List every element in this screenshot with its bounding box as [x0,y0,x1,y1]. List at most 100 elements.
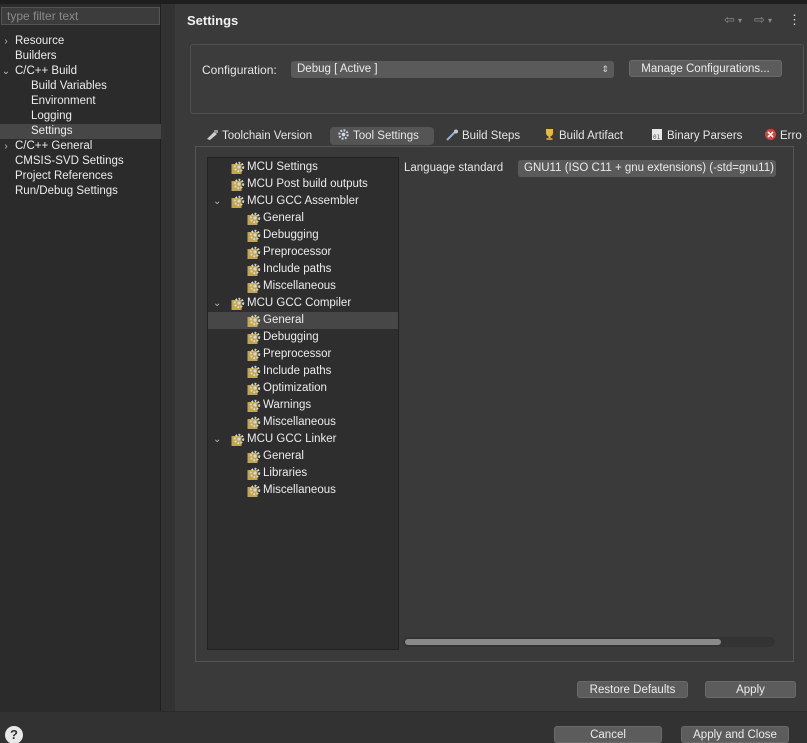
svg-text:01: 01 [653,134,661,141]
tool-settings-icon [247,348,261,362]
sidebar-item-label: Build Variables [31,80,107,92]
tree-item-label: Include paths [263,365,332,377]
filter-input[interactable]: type filter text [1,7,160,25]
language-standard-label: Language standard [404,162,504,174]
tool-settings-icon [247,280,261,294]
restore-defaults-button[interactable]: Restore Defaults [577,681,688,698]
tree-item-label: MCU Post build outputs [247,178,368,190]
tree-item[interactable]: General [208,448,398,465]
tree-item-label: Debugging [263,331,319,343]
sidebar-item[interactable]: Project References [0,169,161,184]
language-standard-select[interactable]: GNU11 (ISO C11 + gnu extensions) (-std=g… [518,160,776,177]
tool-settings-icon [247,365,261,379]
tree-item[interactable]: Include paths [208,261,398,278]
tree-item-label: MCU Settings [247,161,318,173]
tree-item-label: Miscellaneous [263,280,336,292]
tool-settings-icon [247,484,261,498]
tree-item-label: Libraries [263,467,308,479]
tree-item[interactable]: Miscellaneous [208,414,398,431]
configuration-select[interactable]: Debug [ Active ] ⇕ [291,61,614,78]
build-steps-icon [446,129,459,141]
tree-item[interactable]: Optimization [208,380,398,397]
tree-item-label: Include paths [263,263,332,275]
tab-build-steps[interactable]: Build Steps [446,127,520,145]
tool-settings-icon [247,263,261,277]
tree-item-label: MCU GCC Linker [247,433,337,445]
configuration-panel [190,44,804,114]
apply-and-close-button[interactable]: Apply and Close [681,726,789,743]
scrollbar-thumb[interactable] [405,639,721,645]
sidebar-item[interactable]: CMSIS-SVD Settings [0,154,161,169]
tree-item[interactable]: Debugging [208,227,398,244]
select-arrows-icon: ⇕ [601,64,609,74]
chevron-down-icon[interactable]: ⌄ [213,431,221,448]
tab-toolchain-version[interactable]: Toolchain Version [206,127,312,145]
tool-settings-icon [247,212,261,226]
tree-item[interactable]: Warnings [208,397,398,414]
tree-item[interactable]: ⌄ MCU GCC Compiler [208,295,398,312]
tab-tool-settings[interactable]: Tool Settings [330,127,434,145]
chevron-right-icon[interactable]: › [1,139,11,154]
sidebar-item[interactable]: Logging [0,109,161,124]
sidebar-item-label: CMSIS-SVD Settings [15,155,124,167]
sidebar-item[interactable]: Builders [0,49,161,64]
sidebar-item[interactable]: › C/C++ General [0,139,161,154]
back-menu-chevron-icon[interactable]: ▾ [738,16,742,25]
forward-menu-chevron-icon[interactable]: ▾ [768,16,772,25]
tree-item[interactable]: Preprocessor [208,244,398,261]
tab-binary-parsers[interactable]: 01 Binary Parsers [651,127,742,145]
tree-item-label: General [263,212,304,224]
tree-item[interactable]: Miscellaneous [208,278,398,295]
sidebar-item[interactable]: Build Variables [0,79,161,94]
page-title: Settings [187,13,239,28]
history-nav: ⇦ ▾ ⇨ ▾ ⋮ [722,12,807,30]
tab-build-artifact[interactable]: Build Artifact [543,127,623,145]
tree-item[interactable]: General [208,312,398,329]
tool-settings-tree[interactable]: MCU Settings MCU Post build outputs ⌄ MCU G… [207,157,399,650]
configuration-value: Debug [ Active ] [297,63,378,75]
chevron-down-icon[interactable]: ⌄ [213,295,221,312]
sidebar-item[interactable]: Settings [0,124,161,139]
tool-settings-icon [247,246,261,260]
tree-item[interactable]: Include paths [208,363,398,380]
sidebar-item-label: Builders [15,50,57,62]
sidebar-item-label: Settings [31,125,73,137]
tree-item[interactable]: MCU Settings [208,159,398,176]
tree-item-label: Preprocessor [263,348,332,360]
manage-configurations-button[interactable]: Manage Configurations... [629,60,782,77]
tree-item-label: Miscellaneous [263,416,336,428]
sidebar-item-label: C/C++ Build [15,65,78,77]
forward-icon[interactable]: ⇨ [754,12,765,28]
apply-button[interactable]: Apply [705,681,796,698]
help-icon[interactable]: ? [5,726,23,743]
chevron-down-icon[interactable]: ⌄ [213,193,221,210]
tree-item[interactable]: Miscellaneous [208,482,398,499]
tree-item[interactable]: Libraries [208,465,398,482]
cancel-button[interactable]: Cancel [554,726,662,743]
tree-item[interactable]: ⌄ MCU GCC Assembler [208,193,398,210]
chevron-down-icon[interactable]: ⌄ [1,64,11,79]
tree-item[interactable]: Debugging [208,329,398,346]
sidebar-item[interactable]: Environment [0,94,161,109]
sidebar-item-label: Project References [15,170,113,182]
tree-item-label: Debugging [263,229,319,241]
tree-item[interactable]: MCU Post build outputs [208,176,398,193]
more-options-icon[interactable]: ⋮ [788,12,801,28]
tool-settings-icon [247,229,261,243]
sidebar-item[interactable]: › Resource [0,34,161,49]
tool-settings-icon [231,433,245,447]
tree-item-label: Warnings [263,399,312,411]
tab-error-parsers[interactable]: Erro [764,127,802,145]
back-icon[interactable]: ⇦ [724,12,735,28]
tool-settings-icon [247,467,261,481]
gear-icon [337,128,350,140]
tree-item[interactable]: ⌄ MCU GCC Linker [208,431,398,448]
tree-item[interactable]: General [208,210,398,227]
sidebar-item[interactable]: Run/Debug Settings [0,184,161,199]
error-icon [764,128,777,140]
horizontal-scrollbar[interactable] [403,637,775,647]
sidebar-item[interactable]: ⌄ C/C++ Build [0,64,161,79]
tree-item[interactable]: Preprocessor [208,346,398,363]
tree-item-label: Preprocessor [263,246,332,258]
chevron-right-icon[interactable]: › [1,34,11,49]
